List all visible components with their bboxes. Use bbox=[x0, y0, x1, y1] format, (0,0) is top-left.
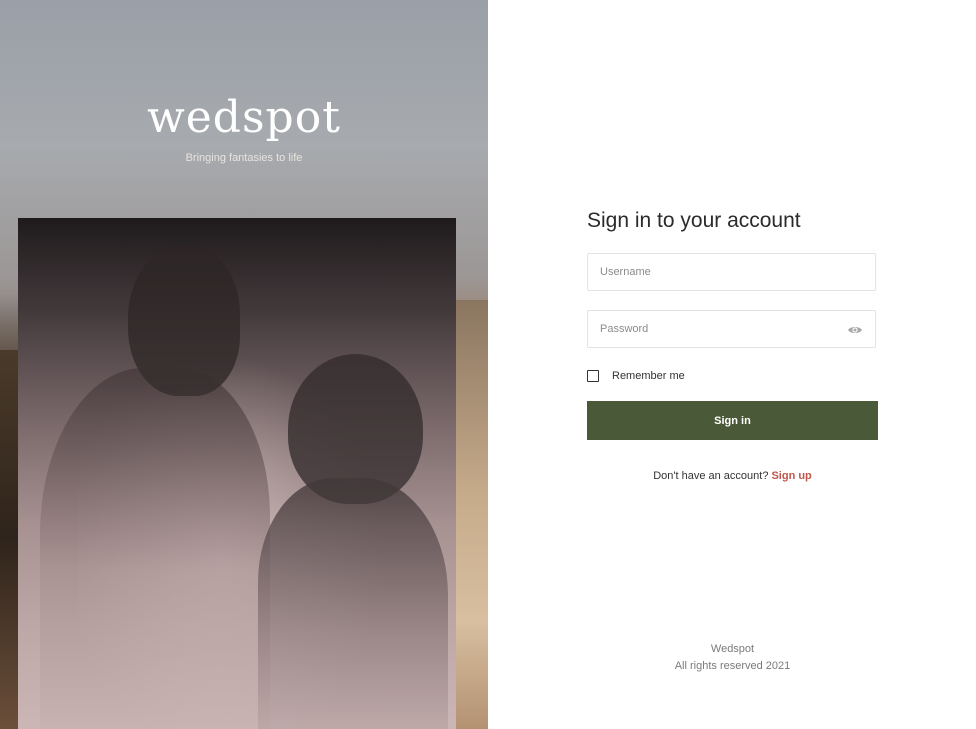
signin-form-panel: Sign in to your account Remember me Sign… bbox=[488, 0, 976, 729]
password-field-wrapper bbox=[587, 310, 876, 348]
couple-photo bbox=[18, 218, 456, 729]
footer: Wedspot All rights reserved 2021 bbox=[587, 641, 878, 675]
eye-icon[interactable] bbox=[847, 322, 863, 338]
signup-prompt-text: Don't have an account? bbox=[653, 470, 769, 482]
hero-background-trees bbox=[0, 350, 20, 729]
login-page: wedspot Bringing fantasies to life Sign … bbox=[0, 0, 976, 729]
signup-prompt: Don't have an account? Sign up bbox=[587, 470, 878, 482]
username-input[interactable] bbox=[588, 254, 875, 290]
photo-haze-overlay bbox=[18, 218, 456, 729]
username-field-wrapper bbox=[587, 253, 876, 291]
remember-me-label: Remember me bbox=[612, 370, 685, 382]
brand-logo: wedspot bbox=[147, 92, 341, 143]
hero-background-grass bbox=[456, 300, 488, 729]
footer-company: Wedspot bbox=[710, 643, 755, 655]
sign-up-link[interactable]: Sign up bbox=[771, 470, 811, 482]
remember-me-checkbox[interactable] bbox=[587, 370, 599, 382]
password-input[interactable] bbox=[588, 311, 875, 347]
footer-copyright: All rights reserved 2021 bbox=[674, 660, 791, 672]
sign-in-button[interactable]: Sign in bbox=[587, 401, 878, 440]
brand-tagline: Bringing fantasies to life bbox=[185, 152, 303, 164]
form-title: Sign in to your account bbox=[587, 209, 801, 232]
hero-panel: wedspot Bringing fantasies to life bbox=[0, 0, 488, 729]
remember-me-row: Remember me bbox=[587, 368, 685, 384]
